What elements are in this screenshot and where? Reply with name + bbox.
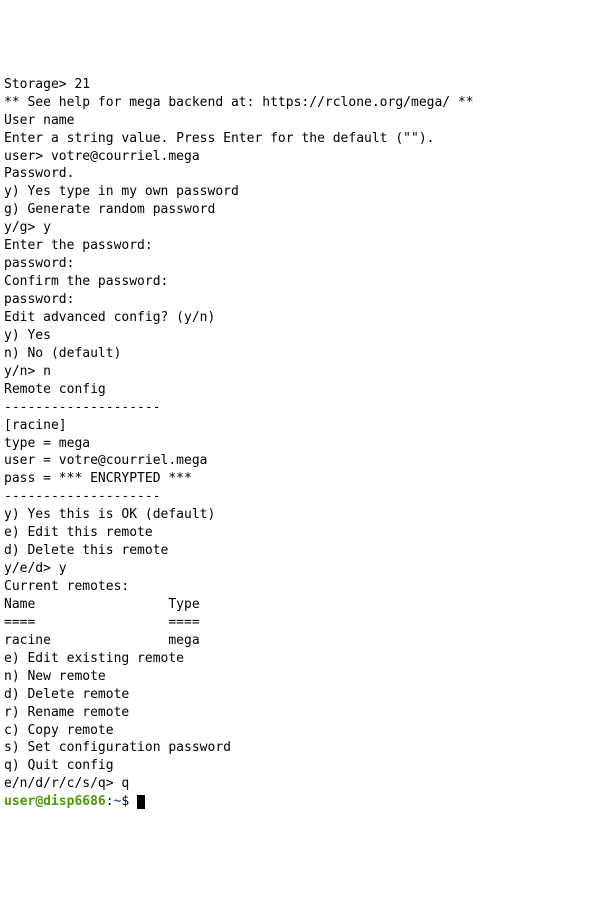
terminal-line: c) Copy remote (4, 722, 602, 740)
terminal-line: -------------------- (4, 399, 602, 417)
terminal-line: e/n/d/r/c/s/q> q (4, 775, 602, 793)
prompt-user: user (4, 794, 35, 809)
terminal-line: User name (4, 112, 602, 130)
terminal-line: Storage> 21 (4, 76, 602, 94)
cursor-icon (137, 795, 145, 809)
terminal-line: y/g> y (4, 219, 602, 237)
terminal-line: n) New remote (4, 668, 602, 686)
terminal-line: r) Rename remote (4, 704, 602, 722)
prompt-at: @ (35, 794, 43, 809)
prompt-host: disp6686 (43, 794, 106, 809)
terminal-line: n) No (default) (4, 345, 602, 363)
terminal-line: type = mega (4, 435, 602, 453)
terminal-line: pass = *** ENCRYPTED *** (4, 470, 602, 488)
terminal-line: ** See help for mega backend at: https:/… (4, 94, 602, 112)
terminal-line: Edit advanced config? (y/n) (4, 309, 602, 327)
terminal-line: e) Edit this remote (4, 524, 602, 542)
terminal-line: Name Type (4, 596, 602, 614)
terminal-line: s) Set configuration password (4, 739, 602, 757)
terminal-line: Password. (4, 165, 602, 183)
terminal-output[interactable]: Storage> 21** See help for mega backend … (4, 76, 602, 811)
terminal-line: user> votre@courriel.mega (4, 148, 602, 166)
terminal-line: y) Yes (4, 327, 602, 345)
terminal-line: [racine] (4, 417, 602, 435)
terminal-line: -------------------- (4, 488, 602, 506)
terminal-line: g) Generate random password (4, 201, 602, 219)
terminal-line: password: (4, 255, 602, 273)
terminal-line: Enter the password: (4, 237, 602, 255)
terminal-line: Current remotes: (4, 578, 602, 596)
terminal-line: Enter a string value. Press Enter for th… (4, 130, 602, 148)
prompt-path: ~ (114, 794, 122, 809)
terminal-line: user = votre@courriel.mega (4, 452, 602, 470)
terminal-line: Remote config (4, 381, 602, 399)
terminal-line: y/e/d> y (4, 560, 602, 578)
terminal-line: q) Quit config (4, 757, 602, 775)
terminal-line: e) Edit existing remote (4, 650, 602, 668)
terminal-prompt-line: user@disp6686:~$ (4, 793, 602, 811)
terminal-line: y) Yes this is OK (default) (4, 506, 602, 524)
terminal-line: y/n> n (4, 363, 602, 381)
terminal-line: racine mega (4, 632, 602, 650)
terminal-line: password: (4, 291, 602, 309)
terminal-line: y) Yes type in my own password (4, 183, 602, 201)
terminal-line: d) Delete remote (4, 686, 602, 704)
terminal-line: d) Delete this remote (4, 542, 602, 560)
prompt-colon: : (106, 794, 114, 809)
terminal-line: ==== ==== (4, 614, 602, 632)
prompt-dollar: $ (121, 794, 137, 809)
terminal-line: Confirm the password: (4, 273, 602, 291)
